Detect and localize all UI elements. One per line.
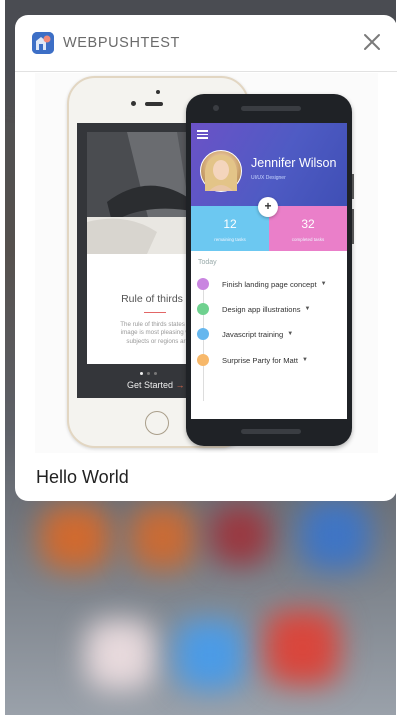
task-label: Finish landing page concept [222, 279, 317, 289]
blurred-app-icon [210, 505, 270, 565]
blurred-app-icon [40, 505, 110, 570]
section-label: Today [198, 259, 217, 266]
android-bottom-speaker [241, 429, 301, 434]
close-icon[interactable] [363, 33, 381, 51]
add-task-fab: + [258, 197, 278, 217]
notification-header: WEBPUSHTEST [15, 15, 397, 72]
left-frame-edge [0, 0, 5, 715]
chevron-down-icon: ▼ [301, 357, 308, 363]
task-dot [197, 278, 209, 290]
android-mockup: Jennifer Wilson UI/UX Designer 12 remain… [186, 94, 354, 446]
android-speaker [241, 106, 301, 111]
arrow-right-icon: → [175, 380, 185, 390]
chevron-down-icon: ▼ [320, 281, 327, 287]
profile-header: Jennifer Wilson UI/UX Designer [191, 123, 347, 206]
task-item: Finish landing page concept ▼ [197, 277, 327, 291]
get-started-link: Get Started → [127, 380, 185, 390]
remaining-count: 12 [223, 217, 237, 231]
completed-count: 32 [301, 217, 315, 231]
push-notification-card[interactable]: WEBPUSHTEST Rule of thirds The rule of t… [15, 15, 397, 501]
android-side-button [352, 174, 354, 199]
android-side-button [352, 209, 354, 244]
task-item: Javascript training ▼ [197, 327, 293, 341]
task-label: Design app illustrations [222, 304, 301, 314]
page-dot [147, 372, 150, 375]
task-label: Surprise Party for Matt [222, 355, 298, 365]
timeline-line [203, 281, 204, 401]
avatar [200, 150, 242, 192]
page-dots [140, 372, 157, 375]
profile-name: Jennifer Wilson [251, 156, 337, 170]
hamburger-menu-icon [197, 130, 208, 141]
iphone-speaker [145, 102, 163, 106]
task-item: Surprise Party for Matt ▼ [197, 353, 308, 367]
webpush-app-icon [32, 32, 54, 54]
profile-role: UI/UX Designer [251, 175, 286, 181]
get-started-label: Get Started [127, 380, 174, 390]
task-dot [197, 328, 209, 340]
chevron-down-icon: ▼ [287, 331, 294, 337]
remaining-label: remaining tasks [214, 237, 246, 242]
blurred-app-icon [175, 620, 245, 690]
chevron-down-icon: ▼ [304, 306, 311, 312]
notification-title: Hello World [36, 467, 129, 487]
completed-label: completed tasks [291, 237, 325, 242]
app-name: WEBPUSHTEST [63, 35, 180, 51]
android-screen: Jennifer Wilson UI/UX Designer 12 remain… [191, 123, 347, 419]
task-label: Javascript training [222, 329, 284, 339]
task-item: Design app illustrations ▼ [197, 302, 310, 316]
task-dot [197, 303, 209, 315]
blurred-app-icon [265, 610, 340, 685]
page-dot [140, 372, 143, 375]
iphone-sensor [131, 101, 136, 106]
task-dot [197, 354, 209, 366]
page-dot [154, 372, 157, 375]
iphone-home-button [145, 411, 169, 435]
remaining-tasks-tile: 12 remaining tasks [191, 206, 269, 251]
blurred-app-icon [85, 620, 155, 690]
blurred-app-icon [300, 500, 370, 570]
iphone-camera [156, 90, 160, 94]
android-camera [213, 105, 219, 111]
blurred-app-icon [130, 505, 195, 570]
heading-underline [144, 312, 166, 313]
completed-tasks-tile: 32 completed tasks [269, 206, 347, 251]
